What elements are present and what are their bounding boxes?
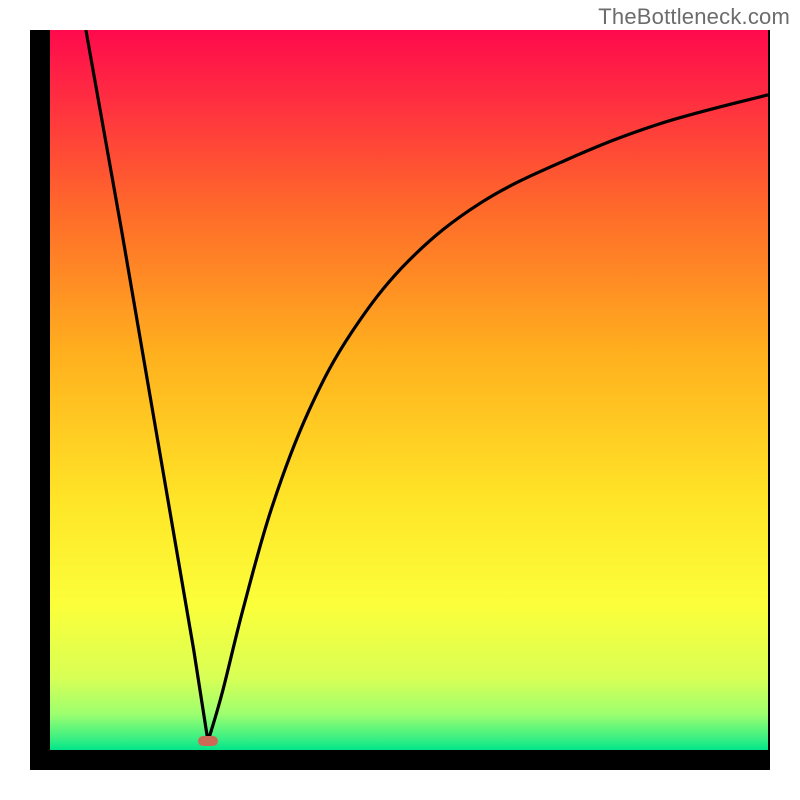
optimal-marker [198,736,218,746]
bottleneck-curve [50,30,768,750]
chart-container: TheBottleneck.com [0,0,800,800]
plot-area [50,30,768,750]
watermark-text: TheBottleneck.com [598,4,790,30]
plot-frame [30,30,770,770]
